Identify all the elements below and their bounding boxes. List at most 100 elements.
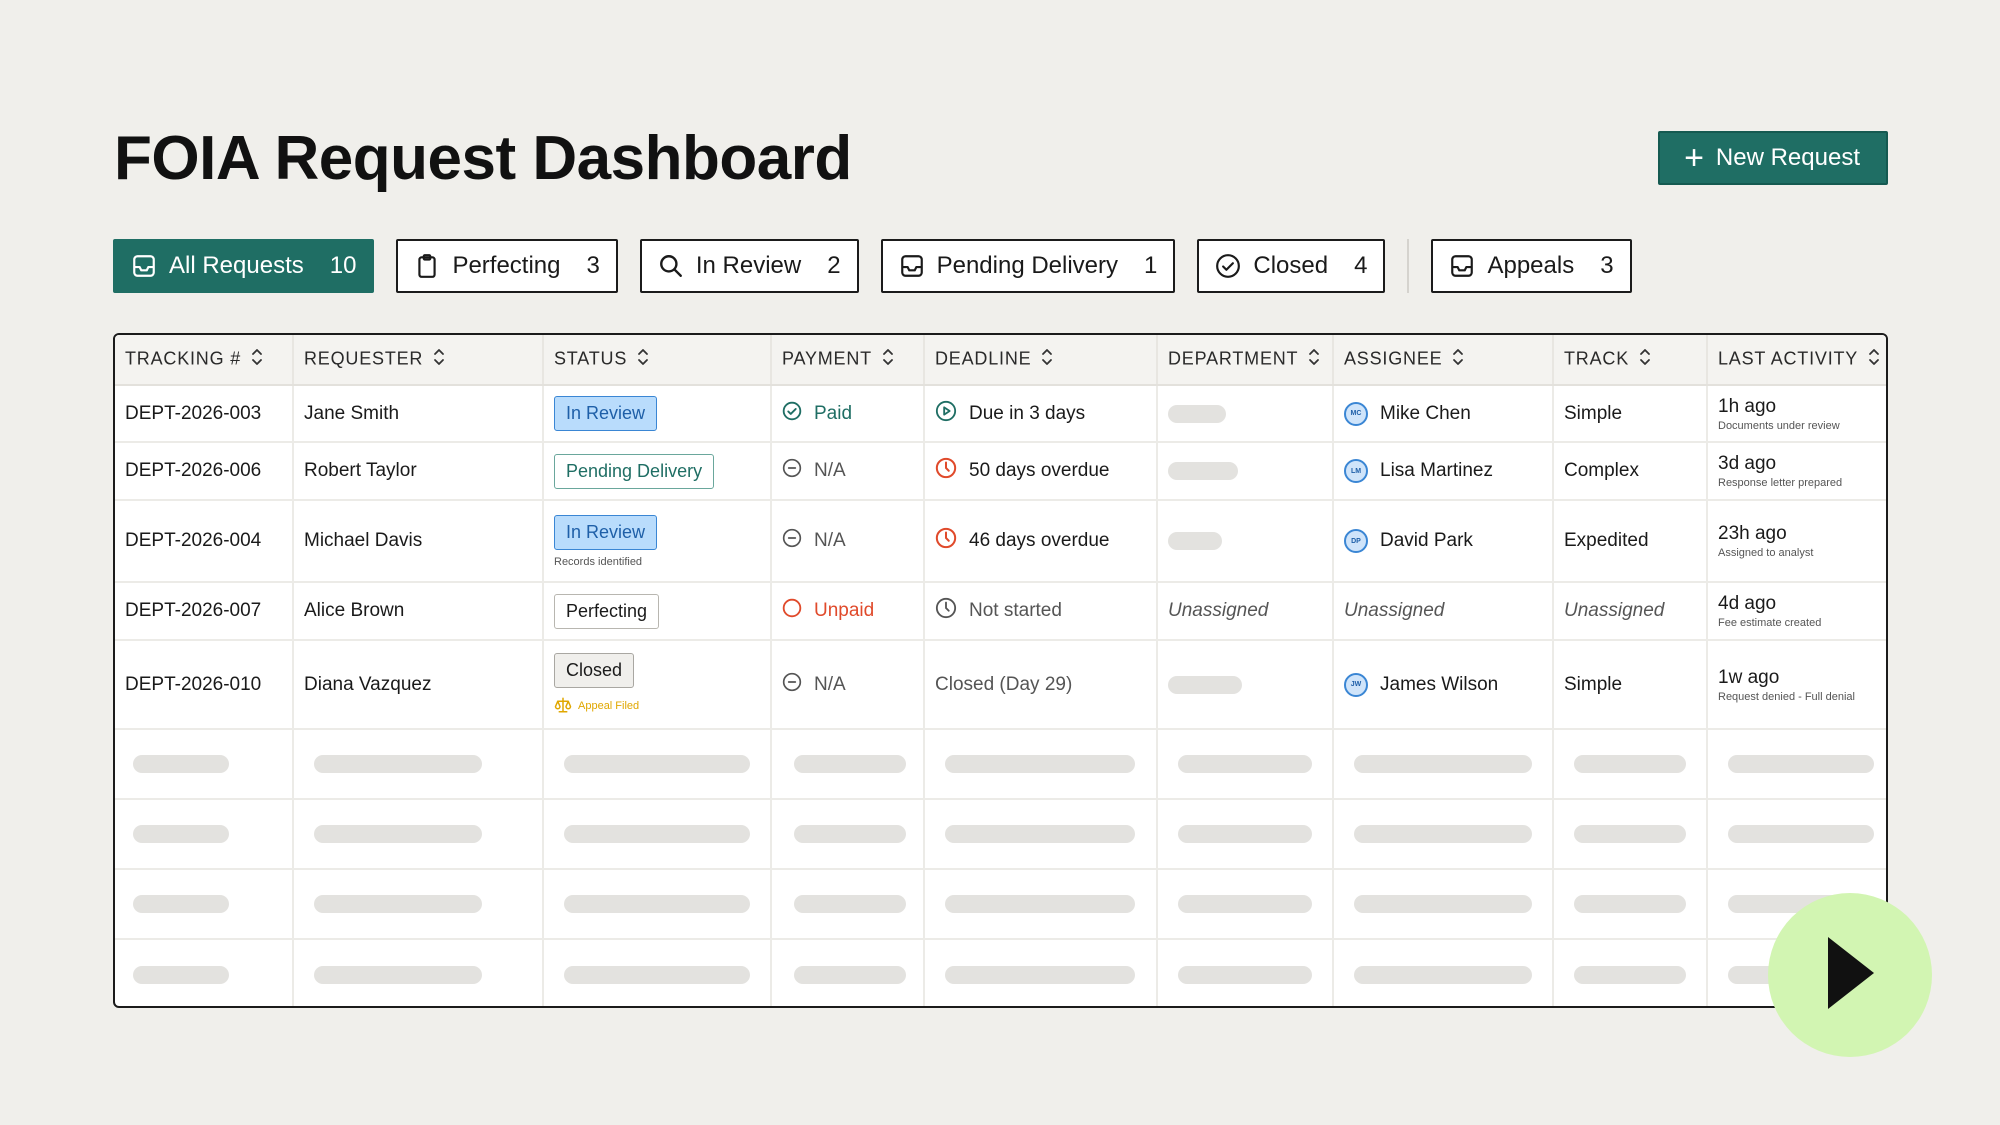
column-header-last-activity[interactable]: LAST ACTIVITY <box>1707 335 1886 386</box>
sort-icon[interactable] <box>1041 347 1053 372</box>
empty-circle-icon <box>782 598 802 624</box>
payment-label: Paid <box>814 402 853 424</box>
tab-closed[interactable]: Closed 4 <box>1197 239 1386 293</box>
payment-cell: N/A <box>771 640 925 730</box>
column-header-department[interactable]: DEPARTMENT <box>1157 335 1334 386</box>
track-cell: Simple <box>1553 385 1708 443</box>
tab-appeals[interactable]: Appeals 3 <box>1431 239 1632 293</box>
payment-cell: N/A <box>771 500 925 583</box>
play-circle-icon <box>935 400 957 428</box>
payment-label: N/A <box>814 460 846 481</box>
tab-count: 2 <box>827 252 841 279</box>
status-badge: In Review <box>554 514 658 550</box>
play-button[interactable] <box>1768 893 1932 1057</box>
table-row[interactable]: DEPT-2026-007 Alice Brown Perfecting Unp… <box>115 582 1886 641</box>
tab-count: 3 <box>1600 252 1614 279</box>
column-header-tracking[interactable]: TRACKING # <box>115 335 294 386</box>
activity-time: 1h ago <box>1718 395 1777 417</box>
appeal-indicator: Appeal Filed <box>554 696 760 717</box>
assignee-cell: Unassigned <box>1333 582 1554 641</box>
skeleton-row <box>115 799 1886 870</box>
track-cell: Simple <box>1553 640 1708 730</box>
department-placeholder <box>1168 404 1226 423</box>
sort-icon[interactable] <box>637 347 649 372</box>
activity-cell: 1h ago Documents under review <box>1707 385 1886 443</box>
deadline-cell: Due in 3 days <box>924 385 1158 443</box>
inbox-icon <box>1449 253 1475 279</box>
column-header-payment[interactable]: PAYMENT <box>771 335 925 386</box>
department-cell: Unassigned <box>1157 582 1334 641</box>
activity-time: 23h ago <box>1718 523 1787 544</box>
activity-time: 4d ago <box>1718 593 1777 614</box>
minus-circle-icon <box>782 458 802 484</box>
department-placeholder <box>1168 675 1242 694</box>
assignee-label: James Wilson <box>1380 673 1499 695</box>
deadline-cell: Closed (Day 29) <box>924 640 1158 730</box>
column-header-assignee[interactable]: ASSIGNEE <box>1333 335 1554 386</box>
tracking-cell: DEPT-2026-003 <box>115 385 294 443</box>
activity-note: Request denied - Full denial <box>1718 690 1855 703</box>
assignee-label: Lisa Martinez <box>1380 460 1493 481</box>
activity-cell: 23h ago Assigned to analyst <box>1707 500 1886 583</box>
clock-icon <box>935 597 957 625</box>
tab-all-requests[interactable]: All Requests 10 <box>113 239 375 293</box>
deadline-cell: 50 days overdue <box>924 442 1158 501</box>
minus-circle-icon <box>782 672 802 698</box>
page-title: FOIA Request Dashboard <box>114 123 852 193</box>
tab-label: Appeals <box>1487 252 1575 279</box>
new-request-button[interactable]: + New Request <box>1658 131 1888 185</box>
requester-cell: Alice Brown <box>293 582 544 641</box>
department-cell <box>1157 385 1334 443</box>
table-row[interactable]: DEPT-2026-004 Michael Davis In Review Rec… <box>115 500 1886 583</box>
assignee-label: Mike Chen <box>1380 402 1471 424</box>
tab-divider <box>1407 239 1410 293</box>
deadline-cell: Not started <box>924 582 1158 641</box>
tab-in-review[interactable]: In Review 2 <box>639 239 859 293</box>
clock-alert-icon <box>935 457 957 485</box>
tracking-cell: DEPT-2026-006 <box>115 442 294 501</box>
avatar: MC <box>1344 401 1368 426</box>
tab-pending-delivery[interactable]: Pending Delivery 1 <box>880 239 1176 293</box>
sort-icon[interactable] <box>1452 347 1464 372</box>
payment-cell: N/A <box>771 442 925 501</box>
sort-icon[interactable] <box>1868 347 1880 372</box>
sort-icon[interactable] <box>1308 347 1320 372</box>
plus-icon: + <box>1684 139 1704 177</box>
assignee-cell: LM Lisa Martinez <box>1333 442 1554 501</box>
search-icon <box>658 253 684 279</box>
requester-cell: Jane Smith <box>293 385 544 443</box>
status-badge: Closed <box>554 652 635 688</box>
column-header-requester[interactable]: REQUESTER <box>293 335 544 386</box>
track-cell: Unassigned <box>1553 582 1708 641</box>
sort-icon[interactable] <box>433 347 445 372</box>
sort-icon[interactable] <box>1639 347 1651 372</box>
activity-note: Assigned to analyst <box>1718 547 1814 559</box>
status-cell: In Review Records identified <box>543 500 772 583</box>
table-row[interactable]: DEPT-2026-010 Diana Vazquez Closed Appea… <box>115 640 1886 730</box>
assignee-cell: DP David Park <box>1333 500 1554 583</box>
status-cell: Perfecting <box>543 582 772 641</box>
tab-count: 1 <box>1144 252 1158 279</box>
assignee-cell: JW James Wilson <box>1333 640 1554 730</box>
skeleton-row <box>115 939 1886 1006</box>
column-header-deadline[interactable]: DEADLINE <box>924 335 1158 386</box>
scales-icon <box>554 696 572 717</box>
column-header-status[interactable]: STATUS <box>543 335 772 386</box>
column-header-track[interactable]: TRACK <box>1553 335 1708 386</box>
department-cell <box>1157 500 1334 583</box>
tab-label: Perfecting <box>452 252 561 279</box>
requester-cell: Diana Vazquez <box>293 640 544 730</box>
sort-icon[interactable] <box>251 347 263 372</box>
activity-cell: 4d ago Fee estimate created <box>1707 582 1886 641</box>
tab-perfecting[interactable]: Perfecting 3 <box>396 239 618 293</box>
table-row[interactable]: DEPT-2026-006 Robert Taylor Pending Deli… <box>115 442 1886 501</box>
sort-icon[interactable] <box>882 347 894 372</box>
status-badge: Pending Delivery <box>554 453 715 489</box>
skeleton-row <box>115 869 1886 940</box>
payment-label: Unpaid <box>814 600 875 621</box>
new-request-label: New Request <box>1715 144 1860 171</box>
page-header: FOIA Request Dashboard + New Request <box>114 118 1888 198</box>
avatar: DP <box>1344 529 1368 553</box>
tab-count: 4 <box>1354 252 1368 279</box>
table-row[interactable]: DEPT-2026-003 Jane Smith In Review Paid … <box>115 385 1886 443</box>
